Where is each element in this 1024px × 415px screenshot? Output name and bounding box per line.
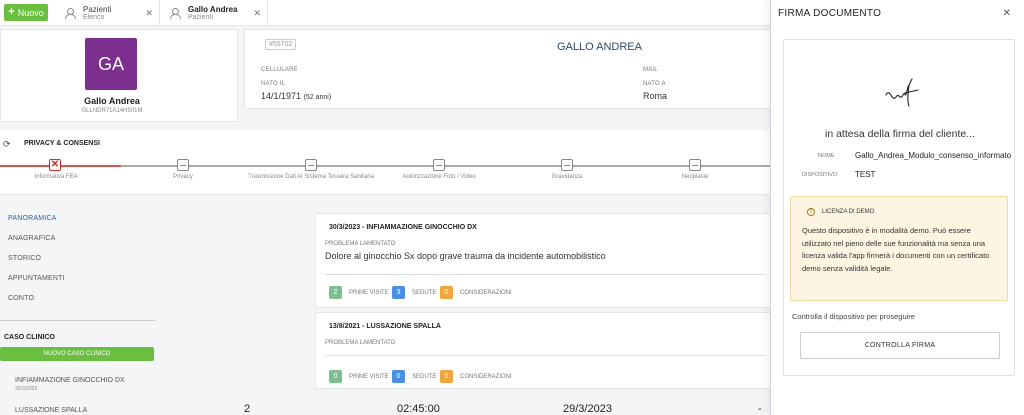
info-icon: !: [807, 208, 815, 216]
patient-nav: PANORAMICA ANAGRAFICA STORICO APPUNTAMEN…: [0, 205, 155, 415]
tab-title: Gallo Andrea: [188, 4, 238, 14]
cellulare-label: CELLULARE: [261, 67, 298, 73]
considerazioni-count: 0: [440, 370, 453, 383]
step-label: Privacy: [173, 174, 193, 180]
sign-document-drawer: FIRMA DOCUMENTO ✕ in attesa della firma …: [770, 0, 1024, 415]
refresh-icon[interactable]: ⟳: [3, 139, 11, 150]
dash-value: -: [758, 403, 762, 415]
new-button[interactable]: + Nuovo: [4, 4, 48, 21]
problem-label: PROBLEMA LAMENTATO: [325, 241, 396, 247]
sedute-count: 0: [392, 370, 405, 383]
person-icon: [170, 8, 181, 19]
nav-anagrafica[interactable]: ANAGRAFICA: [8, 235, 56, 242]
caso-item[interactable]: LUSSAZIONE SPALLA: [15, 407, 87, 414]
dispositivo-label: DISPOSITIVO: [802, 172, 838, 178]
demo-license-alert: ! LICENZA DI DEMO Questo dispositivo è i…: [790, 196, 1008, 301]
privacy-consents-panel: ⟳ PRIVACY & CONSENSI ✕ Informativa FEA P…: [0, 130, 770, 195]
nav-appuntamenti[interactable]: APPUNTAMENTI: [8, 275, 65, 282]
step-label: Informativa FEA: [34, 174, 78, 180]
drawer-title: FIRMA DOCUMENTO: [778, 8, 882, 19]
control-hint: Controlla il dispositivo per proseguire: [792, 312, 915, 321]
tab-subtitle: Pazienti: [188, 13, 213, 21]
caso-date: 30/3/2023: [15, 386, 38, 392]
mail-label: MAIL: [643, 67, 658, 73]
plus-icon: +: [8, 6, 15, 18]
sedute-label: SEDUTE: [412, 374, 437, 380]
patient-title: GALLO ANDREA: [557, 41, 642, 53]
patient-avatar-card: GA Gallo Andrea GLLNDR71A14H501M: [0, 29, 238, 122]
divider: [0, 320, 155, 321]
new-caso-clinico-button[interactable]: NUOVO CASO CLINICO: [0, 347, 154, 361]
step-gravidanza[interactable]: [561, 159, 573, 171]
signature-image: [885, 78, 919, 107]
step-label: Neoplasie: [681, 174, 709, 180]
nav-panoramica[interactable]: PANORAMICA: [8, 215, 57, 222]
new-button-label: Nuovo: [17, 7, 44, 18]
step-autorizzazione-foto[interactable]: [433, 159, 445, 171]
patient-name: Gallo Andrea: [84, 96, 140, 106]
prime-visite-label: PRIME VISITE: [349, 290, 389, 296]
step-informativa-fea[interactable]: ✕: [49, 159, 61, 171]
license-title: LICENZA DI DEMO: [822, 209, 875, 215]
close-icon[interactable]: ✕: [253, 8, 261, 19]
tab-subtitle: Elenco: [83, 13, 105, 21]
caso-clinico-heading: CASO CLINICO: [4, 334, 55, 341]
close-icon[interactable]: ✕: [1003, 8, 1011, 19]
considerazioni-label: CONSIDERAZIONI: [460, 374, 512, 380]
prime-visite-count: 2: [329, 286, 342, 299]
avatar: GA: [85, 38, 137, 90]
sessions-count: 2: [244, 403, 251, 415]
close-icon[interactable]: ✕: [145, 8, 153, 19]
nav-conto[interactable]: CONTO: [8, 295, 34, 302]
nato-il-label: NATO IL: [261, 81, 286, 87]
top-bar: + Nuovo Pazienti Elenco ✕ Gallo Andrea P…: [0, 0, 770, 26]
sedute-count: 3: [392, 286, 405, 299]
privacy-title: PRIVACY & CONSENSI: [24, 140, 100, 147]
considerazioni-count: 0: [440, 286, 453, 299]
person-icon: [65, 8, 76, 19]
divider: [325, 355, 765, 356]
step-neoplasie[interactable]: [689, 159, 701, 171]
prime-visite-label: PRIME VISITE: [349, 374, 389, 380]
patient-id-badge: #55702: [265, 39, 297, 50]
tab-pazienti[interactable]: Pazienti Elenco ✕: [55, 0, 160, 26]
visit-title: 13/8/2021 - LUSSAZIONE SPALLA: [329, 323, 441, 330]
step-label: Autorizzazione Foto / Video: [402, 174, 476, 180]
progress-track: [0, 165, 770, 167]
patient-fiscal-code: GLLNDR71A14H501M: [81, 108, 143, 114]
document-name: Gallo_Andrea_Modulo_consenso_informato: [855, 151, 1012, 160]
sedute-label: SEDUTE: [412, 290, 437, 296]
prime-visite-count: 0: [329, 370, 342, 383]
tab-title: Pazienti: [83, 4, 112, 14]
device-name: TEST: [855, 170, 876, 179]
problem-text: Dolore al ginocchio Sx dopo grave trauma…: [325, 251, 606, 261]
nome-label: NOME: [818, 153, 835, 159]
birth-date-value: 14/1/1971: [261, 91, 302, 101]
problem-label: PROBLEMA LAMENTATO: [325, 340, 396, 346]
visit-card[interactable]: 13/8/2021 - LUSSAZIONE SPALLA PROBLEMA L…: [315, 312, 770, 389]
step-label: Trasmissione Dati Al Sistema Tessera San…: [248, 174, 374, 180]
divider: [325, 274, 765, 275]
signature-card: in attesa della firma del cliente... NOM…: [783, 39, 1015, 376]
step-privacy[interactable]: [177, 159, 189, 171]
check-signature-button[interactable]: CONTROLLA FIRMA: [800, 332, 1000, 359]
step-trasmissione-dati[interactable]: [305, 159, 317, 171]
nav-storico[interactable]: STORICO: [8, 255, 41, 262]
age-value: (52 anni): [303, 94, 332, 101]
visit-title: 30/3/2023 - INFIAMMAZIONE GINOCCHIO DX: [329, 224, 477, 231]
birth-date: 14/1/1971 (52 anni): [261, 91, 331, 101]
visit-card[interactable]: 30/3/2023 - INFIAMMAZIONE GINOCCHIO DX P…: [315, 213, 770, 308]
step-label: Gravidanza: [551, 174, 583, 180]
license-text: Questo dispositivo è in modalità demo. P…: [802, 226, 990, 273]
duration-value: 02:45:00: [397, 403, 440, 415]
patient-info-card: #55702 GALLO ANDREA CELLULARE MAIL NATO …: [244, 29, 770, 109]
date-value: 29/3/2023: [563, 403, 612, 415]
x-icon: ✕: [50, 159, 60, 170]
caso-item[interactable]: INFIAMMAZIONE GINOCCHIO DX: [15, 377, 125, 384]
birth-place: Roma: [643, 91, 668, 101]
tab-gallo-andrea[interactable]: Gallo Andrea Pazienti ✕: [160, 0, 268, 26]
nato-a-label: NATO A: [643, 81, 666, 87]
waiting-status: in attesa della firma del cliente...: [825, 128, 975, 140]
considerazioni-label: CONSIDERAZIONI: [460, 290, 512, 296]
